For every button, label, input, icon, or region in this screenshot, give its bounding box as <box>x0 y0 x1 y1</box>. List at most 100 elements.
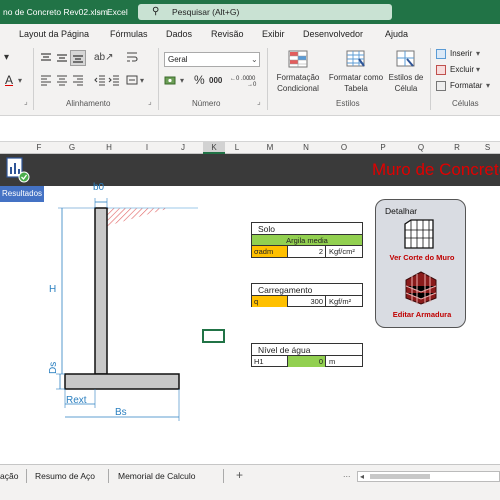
number-launcher-icon[interactable]: ⌟ <box>257 97 261 106</box>
align-center-icon[interactable] <box>56 74 68 86</box>
sheet-tabs: ação Resumo de Aço Memorial de Calculo +… <box>0 464 500 486</box>
decrease-decimal-button[interactable]: .00 →0 <box>247 76 263 88</box>
worksheet[interactable]: Muro de Concreto Resultados b0 H Ds Rext… <box>0 154 500 464</box>
tab-exibir[interactable]: Exibir <box>262 29 285 39</box>
tab-desenvolvedor[interactable]: Desenvolvedor <box>303 29 363 39</box>
merge-dropdown-icon[interactable]: ▾ <box>140 76 144 85</box>
currency-dropdown-icon[interactable]: ▾ <box>180 76 184 85</box>
currency-icon[interactable] <box>164 75 178 87</box>
nivel-symbol: H1 <box>252 356 288 367</box>
align-left-icon[interactable] <box>40 74 52 86</box>
tab-revisao[interactable]: Revisão <box>211 29 244 39</box>
align-bottom-icon[interactable] <box>70 50 86 66</box>
conditional-format-button[interactable]: Formatação Condicional <box>272 48 324 96</box>
solo-type-cell[interactable]: Argila media <box>252 235 362 246</box>
insert-label: Inserir <box>450 49 473 58</box>
ver-corte-label: Ver Corte do Muro <box>389 253 455 262</box>
add-sheet-icon[interactable]: + <box>236 468 243 482</box>
carregamento-value-cell[interactable]: 300 <box>288 296 326 307</box>
percent-button[interactable]: % <box>194 73 205 87</box>
ver-corte-button[interactable]: Ver Corte do Muro <box>384 218 460 264</box>
carregamento-header: Carregamento <box>252 284 362 296</box>
sheet-tab-resumo[interactable]: Resumo de Aço <box>35 471 95 481</box>
wall-stem <box>94 207 108 375</box>
col-header[interactable]: G <box>58 142 86 154</box>
solo-header: Solo <box>252 223 362 235</box>
sheet-title: Muro de Concreto <box>372 160 500 179</box>
search-box[interactable]: ⚲ Pesquisar (Alt+G) <box>138 4 392 20</box>
align-middle-icon[interactable] <box>56 52 68 64</box>
increase-indent-icon[interactable] <box>108 74 120 86</box>
col-header[interactable]: H <box>93 142 125 154</box>
format-label: Formatar <box>450 81 483 90</box>
col-header[interactable]: R <box>441 142 473 154</box>
tab-ajuda[interactable]: Ajuda <box>385 29 408 39</box>
search-icon: ⚲ <box>152 6 160 17</box>
align-right-icon[interactable] <box>72 74 84 86</box>
solo-table: Solo Argila media σadm 2 Kgf/cm² <box>251 222 363 258</box>
carregamento-unit: Kgf/m² <box>329 297 352 306</box>
col-header[interactable]: M <box>254 142 286 154</box>
delete-label: Excluir <box>450 65 475 74</box>
cell-styles-button[interactable]: Estilos de Célula <box>386 48 426 96</box>
nivel-value-cell[interactable]: 0 <box>288 356 326 367</box>
active-cell[interactable] <box>202 329 225 343</box>
number-format-select[interactable]: Geral ⌄ <box>164 52 260 67</box>
nivel-table: Nível de água H1 0 m <box>251 343 363 367</box>
format-table-label1: Formatar como <box>328 73 384 82</box>
tab-layout[interactable]: Layout da Página <box>19 29 89 39</box>
col-header[interactable]: F <box>27 142 51 154</box>
file-name: no de Concreto Rev02.xlsm <box>3 7 108 17</box>
scroll-left-icon[interactable]: ◂ <box>360 472 364 481</box>
format-button[interactable]: Formatar ▾ <box>436 80 498 94</box>
delete-dropdown-icon: ▾ <box>476 65 481 74</box>
col-header-selected[interactable]: K <box>203 142 225 154</box>
col-header[interactable]: L <box>226 142 248 154</box>
title-bar: no de Concreto Rev02.xlsm - Excel ⚲ Pesq… <box>0 0 500 24</box>
col-header[interactable]: I <box>131 142 163 154</box>
dim-H: H <box>49 284 57 295</box>
sheet-tab-memorial[interactable]: Memorial de Calculo <box>118 471 195 481</box>
ribbon-tabs: Layout da Página Fórmulas Dados Revisão … <box>0 24 500 44</box>
col-header[interactable]: S <box>475 142 500 154</box>
alignment-launcher-icon[interactable]: ⌟ <box>148 97 152 106</box>
insert-button[interactable]: Inserir ▾ <box>436 48 498 62</box>
font-launcher-icon[interactable]: ⌟ <box>24 97 28 106</box>
report-icon[interactable] <box>5 157 31 183</box>
col-header[interactable]: O <box>326 142 362 154</box>
bold-red-icon[interactable]: ▾ <box>4 52 9 63</box>
column-headers: F G H I J K L M N O P Q R S <box>0 142 500 154</box>
wrap-text-icon[interactable] <box>126 51 138 63</box>
editar-armadura-button[interactable]: Editar Armadura <box>384 270 460 324</box>
tab-overflow-icon[interactable]: ... <box>343 469 351 479</box>
merge-center-icon[interactable] <box>126 74 138 86</box>
tab-formulas[interactable]: Fórmulas <box>110 29 148 39</box>
font-color-icon[interactable]: A <box>5 73 13 87</box>
decrease-indent-icon[interactable] <box>94 74 106 86</box>
sheet-tab[interactable]: ação <box>0 471 18 481</box>
wall-footing <box>64 373 180 390</box>
delete-icon <box>436 65 446 75</box>
group-label-alinhamento: Alinhamento <box>66 99 111 108</box>
scroll-thumb[interactable] <box>370 474 430 479</box>
nivel-header: Nível de água <box>252 344 362 356</box>
align-top-icon[interactable] <box>40 52 52 64</box>
rebar-cage-icon <box>404 270 438 306</box>
dim-b0: b0 <box>93 182 105 193</box>
format-table-button[interactable]: Formatar como Tabela <box>326 48 386 96</box>
solo-unit: Kgf/cm² <box>329 247 355 256</box>
delete-button[interactable]: Excluir ▾ <box>436 64 498 78</box>
horizontal-scrollbar[interactable]: ◂ <box>357 471 500 482</box>
dropdown-arrow-icon[interactable]: ▾ <box>18 76 22 85</box>
cell-styles-label1: Estilos de <box>388 73 424 82</box>
thousands-button[interactable]: 000 <box>209 76 222 85</box>
tab-dados[interactable]: Dados <box>166 29 192 39</box>
app-name: Excel <box>107 7 128 17</box>
solo-symbol: σadm <box>252 246 288 257</box>
col-header[interactable]: N <box>289 142 323 154</box>
col-header[interactable]: J <box>168 142 198 154</box>
orientation-icon[interactable]: ab↗ <box>94 52 114 63</box>
solo-value-cell[interactable]: 2 <box>288 246 326 257</box>
col-header[interactable]: Q <box>403 142 439 154</box>
col-header[interactable]: P <box>366 142 400 154</box>
